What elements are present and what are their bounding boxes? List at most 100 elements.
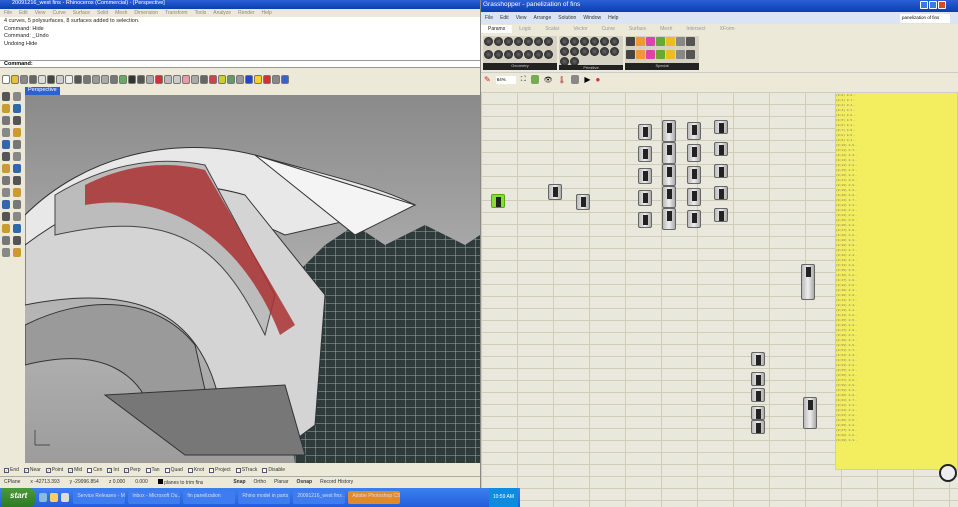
osnap-tan[interactable]: Tan: [145, 467, 160, 473]
toggle-snap[interactable]: Snap: [233, 479, 245, 485]
tool-icon[interactable]: [13, 236, 21, 245]
gh-menu-solution[interactable]: Solution: [558, 15, 576, 21]
checkbox[interactable]: [164, 467, 170, 473]
component-icon[interactable]: [560, 37, 569, 46]
gh-component[interactable]: [801, 264, 815, 300]
component-icon[interactable]: [544, 50, 553, 60]
toggle-planar[interactable]: Planar: [274, 479, 288, 485]
component-icon[interactable]: [494, 50, 503, 60]
toolbar-tool-icon[interactable]: [209, 74, 217, 84]
menu-surface[interactable]: Surface: [73, 10, 90, 16]
osnap-int[interactable]: ✓ Int: [107, 467, 119, 473]
tab-surface[interactable]: Surface: [622, 25, 653, 33]
osnap-cen[interactable]: Cen: [87, 467, 102, 473]
toolbar-tool-icon[interactable]: [173, 74, 181, 84]
perspective-viewport[interactable]: [25, 95, 480, 463]
maximize-icon[interactable]: [929, 1, 937, 9]
tab-mesh[interactable]: Mesh: [653, 25, 679, 33]
document-selector[interactable]: panelization of fins: [900, 13, 950, 23]
tool-icon[interactable]: [2, 236, 10, 245]
component-icon[interactable]: [626, 50, 635, 60]
toolbar-tool-icon[interactable]: [236, 74, 244, 84]
component-icon[interactable]: [666, 37, 675, 46]
osnap-strack[interactable]: STrack: [235, 467, 257, 473]
component-icon[interactable]: [570, 37, 579, 46]
gh-component[interactable]: [576, 194, 590, 210]
menu-view[interactable]: View: [35, 10, 46, 16]
toolbar-tool-icon[interactable]: [281, 74, 289, 84]
tool-icon[interactable]: [2, 128, 10, 137]
toolbar-tool-icon[interactable]: [29, 74, 37, 84]
tool-icon[interactable]: [2, 188, 10, 197]
close-icon[interactable]: [938, 1, 946, 9]
toolbar-tool-icon[interactable]: [101, 74, 109, 84]
gh-component[interactable]: [638, 168, 652, 184]
thermometer-icon[interactable]: 🌡: [558, 76, 567, 84]
gh-component[interactable]: [491, 194, 505, 208]
command-line[interactable]: Command:: [0, 60, 480, 68]
taskbar-item[interactable]: Service Releases - M...: [73, 491, 126, 504]
tab-intersect[interactable]: Intersect: [679, 25, 712, 33]
component-icon[interactable]: [580, 47, 589, 56]
component-icon[interactable]: [504, 50, 513, 60]
toolbar-tool-icon[interactable]: [47, 74, 55, 84]
tool-icon[interactable]: [2, 200, 10, 209]
menu-edit[interactable]: Edit: [19, 10, 28, 16]
toolbar-tool-icon[interactable]: [128, 74, 136, 84]
taskbar-item[interactable]: Inbox - Microsoft Ou...: [128, 491, 181, 504]
toolbar-tool-icon[interactable]: [191, 74, 199, 84]
gh-component[interactable]: [638, 124, 652, 140]
component-icon[interactable]: [534, 50, 543, 60]
checkbox[interactable]: ✓: [68, 467, 74, 473]
tool-icon[interactable]: [2, 224, 10, 233]
taskbar-item[interactable]: Rhino model in parts: [238, 491, 291, 504]
tool-icon[interactable]: [13, 140, 21, 149]
gh-canvas[interactable]: {0;0} 0.0.. {0;1} 0.7.. {0;2} 0.4.. {0;3} 0…: [481, 92, 958, 507]
tool-icon[interactable]: [13, 188, 21, 197]
gh-component[interactable]: [662, 142, 676, 164]
sphere-icon[interactable]: ●: [596, 75, 601, 84]
toolbar-tool-icon[interactable]: [74, 74, 82, 84]
gh-component[interactable]: [751, 372, 765, 386]
gh-menu-window[interactable]: Window: [583, 15, 601, 21]
ie-icon[interactable]: [39, 493, 48, 502]
component-icon[interactable]: [504, 37, 513, 46]
component-icon[interactable]: [514, 50, 523, 60]
tab-scalar[interactable]: Scalar: [538, 25, 566, 33]
taskbar-item[interactable]: fin panelization: [183, 491, 236, 504]
component-icon[interactable]: [580, 37, 589, 46]
run-icon[interactable]: ▶: [584, 75, 590, 84]
toolbar-tool-icon[interactable]: [182, 74, 190, 84]
toolbar-tool-icon[interactable]: [20, 74, 28, 84]
component-icon[interactable]: [656, 50, 665, 60]
menu-render[interactable]: Render: [238, 10, 254, 16]
current-layer[interactable]: planes to trim fins: [157, 478, 203, 486]
menu-analyze[interactable]: Analyze: [213, 10, 231, 16]
menu-curve[interactable]: Curve: [52, 10, 65, 16]
checkbox[interactable]: ✓: [23, 467, 29, 473]
component-icon[interactable]: [590, 47, 599, 56]
toolbar-tool-icon[interactable]: [227, 74, 235, 84]
gh-component[interactable]: [662, 164, 676, 186]
tool-icon[interactable]: [2, 152, 10, 161]
component-icon[interactable]: [484, 37, 493, 46]
folder-icon[interactable]: [50, 493, 59, 502]
gh-component[interactable]: [687, 210, 701, 228]
osnap-knot[interactable]: Knot: [187, 467, 204, 473]
toggle-osnap[interactable]: Osnap: [297, 479, 313, 485]
gh-component[interactable]: [687, 122, 701, 140]
toolbar-tool-icon[interactable]: [164, 74, 172, 84]
component-icon[interactable]: [484, 50, 493, 60]
desktop-icon[interactable]: [61, 493, 70, 502]
cplane-label[interactable]: CPlane: [4, 479, 20, 485]
checkbox[interactable]: [187, 467, 193, 473]
component-icon[interactable]: [646, 50, 655, 60]
toolbar-tool-icon[interactable]: [56, 74, 64, 84]
gh-component[interactable]: [714, 186, 728, 200]
component-icon[interactable]: [534, 37, 543, 46]
checkbox[interactable]: ✓: [45, 467, 51, 473]
tool-icon[interactable]: [2, 92, 10, 101]
viewport-tab[interactable]: Perspective: [25, 87, 60, 95]
component-icon[interactable]: [610, 37, 619, 46]
gh-component[interactable]: [687, 188, 701, 206]
